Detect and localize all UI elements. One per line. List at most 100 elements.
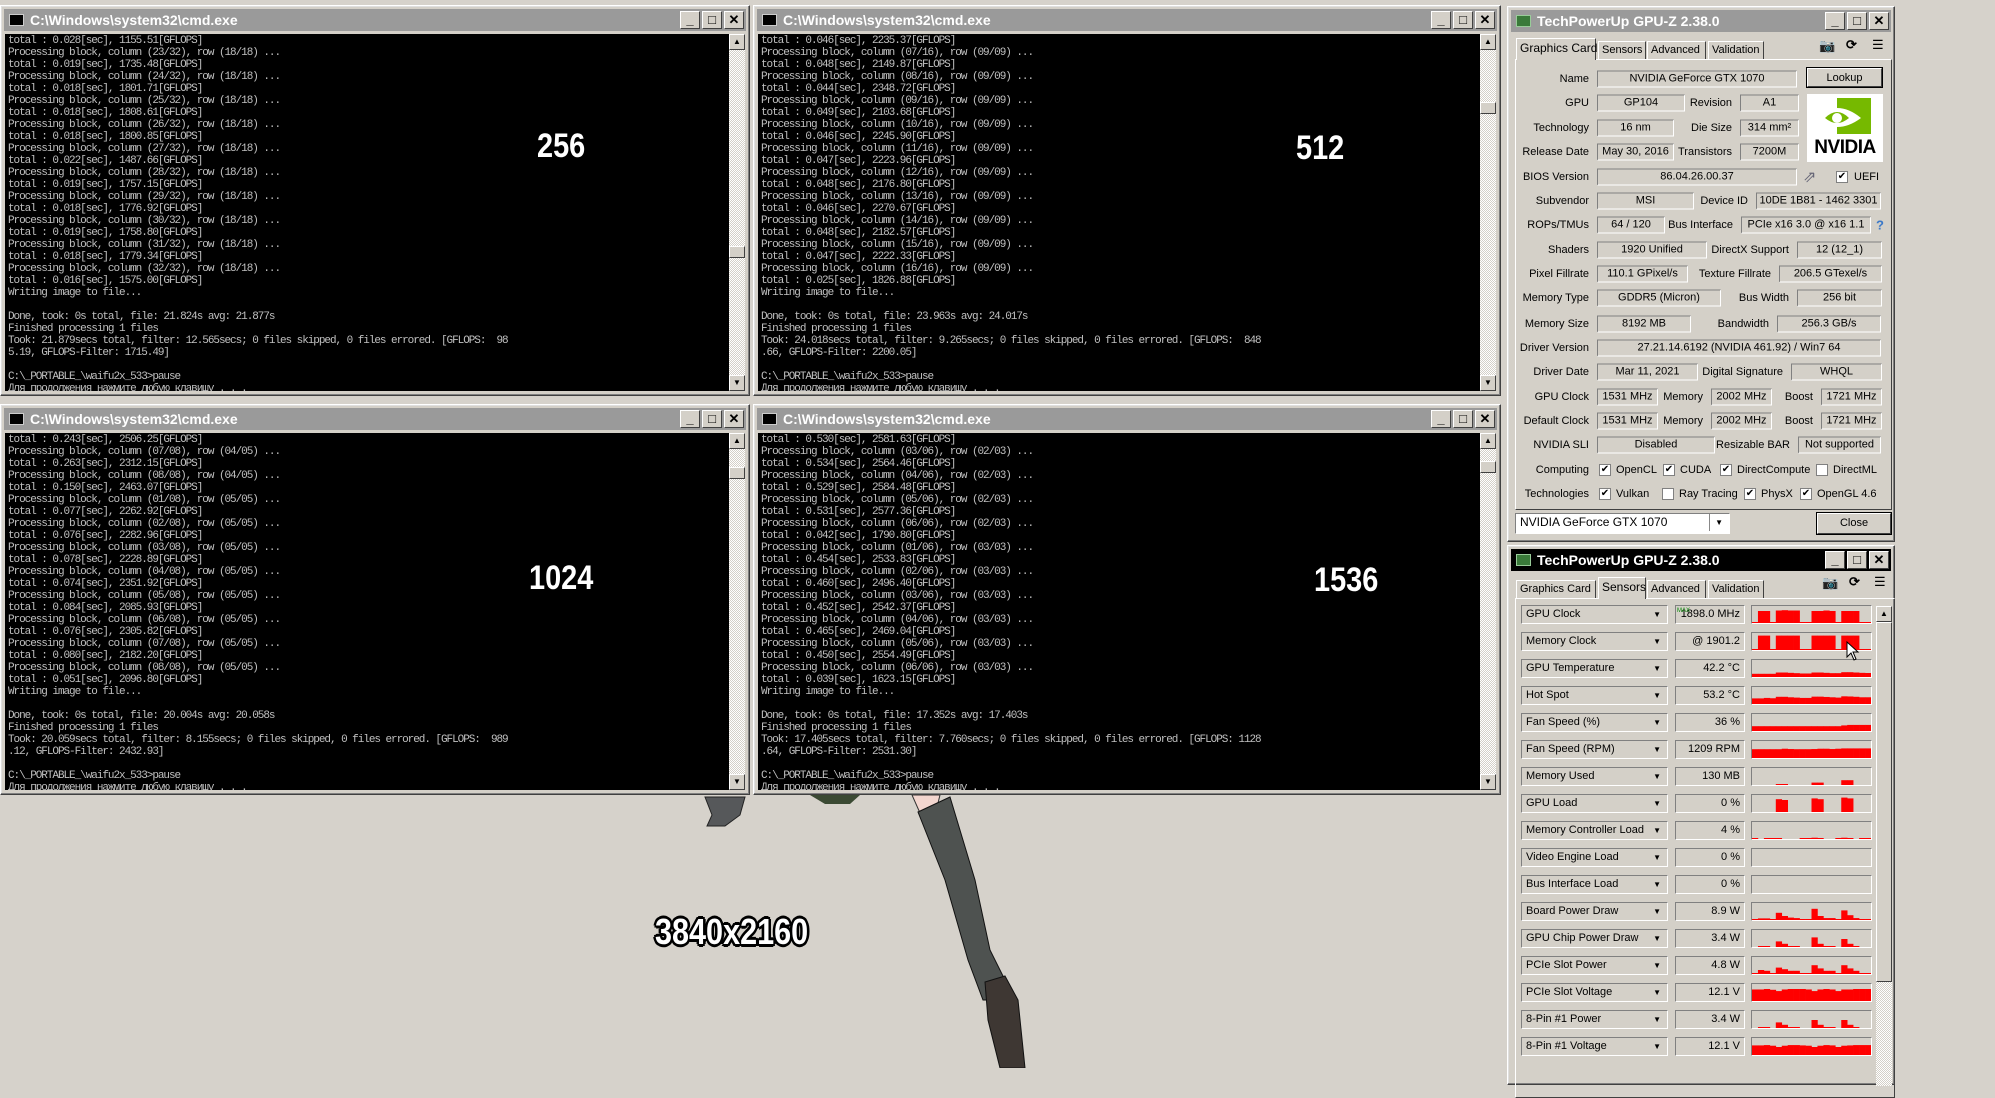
scroll-up-button[interactable]: ▲ [729,34,745,50]
sensor-graph-bar [1757,918,1765,920]
opengl-4-6-checkbox[interactable]: ✔ [1800,488,1812,500]
sensor-graph-bar [1847,968,1854,974]
uefi-checkbox[interactable]: ✔ [1836,171,1848,183]
sensor-name-dropdown[interactable]: PCIe Slot Voltage ▼ [1521,983,1668,1002]
tab-validation[interactable]: Validation [1708,41,1764,60]
sensors-scrollbar[interactable]: ▲ [1876,606,1892,1086]
sensor-name-dropdown[interactable]: Hot Spot ▼ [1521,686,1668,705]
sensor-name-dropdown[interactable]: Fan Speed (RPM) ▼ [1521,740,1668,759]
sensor-name-dropdown[interactable]: GPU Temperature ▼ [1521,659,1668,678]
sensor-name-dropdown[interactable]: Fan Speed (%) ▼ [1521,713,1668,732]
scroll-down-button[interactable]: ▼ [729,375,745,391]
bus-interface-help-icon[interactable]: ? [1876,218,1884,233]
maximize-button[interactable]: □ [702,11,722,29]
close-window-button[interactable]: ✕ [1475,11,1495,29]
maximize-button[interactable]: □ [1847,12,1867,30]
sensor-graph-bar [1847,1045,1854,1055]
title-bar[interactable]: TechPowerUp GPU-Z 2.38.0 _ □ ✕ [1511,10,1891,32]
sensor-name-dropdown[interactable]: GPU Load ▼ [1521,794,1668,813]
lookup-button[interactable]: Lookup [1807,68,1882,87]
title-bar[interactable]: TechPowerUp GPU-Z 2.38.0 _ □ ✕ [1511,549,1891,571]
console-line: total : 0.047[sec], 2222.33[GFLOPS] [761,251,956,263]
directml-checkbox[interactable] [1816,464,1828,476]
sensor-graph-bar [1757,1045,1765,1055]
console-scrollbar[interactable]: ▲ ▼ [729,34,745,391]
menu-icon[interactable]: ☰ [1872,37,1884,53]
close-window-button[interactable]: ✕ [724,410,744,428]
sensor-name-dropdown[interactable]: PCIe Slot Power ▼ [1521,956,1668,975]
gpu-select-dropdown[interactable]: NVIDIA GeForce GTX 1070 ▼ [1515,513,1730,534]
minimize-button[interactable]: _ [1431,410,1451,428]
minimize-button[interactable]: _ [1825,551,1845,569]
console-output[interactable]: total : 0.243[sec], 2506.25[GFLOPS] Proce… [5,433,729,790]
sensor-name-dropdown[interactable]: Video Engine Load ▼ [1521,848,1668,867]
refresh-icon[interactable]: ⟳ [1849,574,1860,590]
refresh-icon[interactable]: ⟳ [1846,37,1857,53]
tab-graphics-card[interactable]: Graphics Card [1516,580,1596,599]
scroll-up-button[interactable]: ▲ [729,433,745,449]
opencl-checkbox[interactable]: ✔ [1599,464,1611,476]
console-scrollbar[interactable]: ▲ ▼ [1480,433,1496,790]
tab-sensors[interactable]: Sensors [1598,41,1646,60]
sensor-row-gpu-load: GPU Load ▼ 0 % [1508,794,1878,814]
scroll-down-button[interactable]: ▼ [1480,774,1496,790]
scroll-down-button[interactable]: ▼ [1480,375,1496,391]
close-window-button[interactable]: ✕ [1869,12,1889,30]
camera-icon[interactable]: 📷 [1822,575,1838,591]
ray-tracing-checkbox[interactable] [1662,488,1674,500]
menu-icon[interactable]: ☰ [1874,574,1886,590]
tab-sensors[interactable]: Sensors [1598,577,1646,599]
title-bar[interactable]: C:\Windows\system32\cmd.exe _ □ ✕ [757,408,1497,430]
sensor-name-dropdown[interactable]: 8-Pin #1 Voltage ▼ [1521,1037,1668,1056]
physx-checkbox[interactable]: ✔ [1744,488,1756,500]
title-bar[interactable]: C:\Windows\system32\cmd.exe _ □ ✕ [4,408,746,430]
tab-advanced[interactable]: Advanced [1647,41,1706,60]
scroll-up-button[interactable]: ▲ [1876,606,1892,622]
close-window-button[interactable]: ✕ [1869,551,1889,569]
tab-advanced[interactable]: Advanced [1647,580,1706,599]
scrollbar-thumb[interactable] [729,246,745,259]
console-output[interactable]: total : 0.530[sec], 2581.63[GFLOPS] Proce… [758,433,1480,790]
maximize-button[interactable]: □ [1453,410,1473,428]
sensor-name-dropdown[interactable]: GPU Chip Power Draw ▼ [1521,929,1668,948]
vulkan-checkbox[interactable]: ✔ [1599,488,1611,500]
scrollbar-thumb[interactable] [1876,622,1892,982]
console-scrollbar[interactable]: ▲ ▼ [729,433,745,790]
scroll-down-button[interactable]: ▼ [729,774,745,790]
minimize-button[interactable]: _ [1825,12,1845,30]
minimize-button[interactable]: _ [680,410,700,428]
sensor-name-dropdown[interactable]: 8-Pin #1 Power ▼ [1521,1010,1668,1029]
sensor-name-dropdown[interactable]: Bus Interface Load ▼ [1521,875,1668,894]
close-window-button[interactable]: ✕ [1475,410,1495,428]
console-output[interactable]: total : 0.028[sec], 1155.51[GFLOPS] Proce… [5,34,729,391]
tab-validation[interactable]: Validation [1708,580,1764,599]
scrollbar-thumb[interactable] [1480,102,1496,115]
console-output[interactable]: total : 0.046[sec], 2235.37[GFLOPS] Proce… [758,34,1480,391]
sensor-name-dropdown[interactable]: Memory Controller Load ▼ [1521,821,1668,840]
sensor-name-dropdown[interactable]: Board Power Draw ▼ [1521,902,1668,921]
sensor-name-dropdown[interactable]: Memory Used ▼ [1521,767,1668,786]
title-bar[interactable]: C:\Windows\system32\cmd.exe _ □ ✕ [757,9,1497,31]
directcompute-checkbox[interactable]: ✔ [1720,464,1732,476]
scrollbar-thumb[interactable] [1480,461,1496,474]
close-button[interactable]: Close [1817,513,1891,534]
scroll-up-button[interactable]: ▲ [1480,433,1496,449]
share-icon[interactable]: ⇗ [1803,167,1816,187]
maximize-button[interactable]: □ [1453,11,1473,29]
scroll-up-button[interactable]: ▲ [1480,34,1496,50]
close-window-button[interactable]: ✕ [724,11,744,29]
title-bar[interactable]: C:\Windows\system32\cmd.exe _ □ ✕ [4,9,746,31]
console-scrollbar[interactable]: ▲ ▼ [1480,34,1496,391]
minimize-button[interactable]: _ [1431,11,1451,29]
maximize-button[interactable]: □ [702,410,722,428]
sensor-name-dropdown[interactable]: Memory Clock ▼ [1521,632,1668,651]
maximize-button[interactable]: □ [1847,551,1867,569]
window-controls: _ □ ✕ [1431,11,1495,29]
minimize-button[interactable]: _ [680,11,700,29]
scrollbar-thumb[interactable] [729,467,745,480]
sensor-name-dropdown[interactable]: GPU Clock ▼ [1521,605,1668,624]
tab-graphics-card[interactable]: Graphics Card [1516,38,1597,60]
camera-icon[interactable]: 📷 [1819,38,1835,54]
sensor-graph-bar [1752,698,1759,704]
cuda-checkbox[interactable]: ✔ [1663,464,1675,476]
